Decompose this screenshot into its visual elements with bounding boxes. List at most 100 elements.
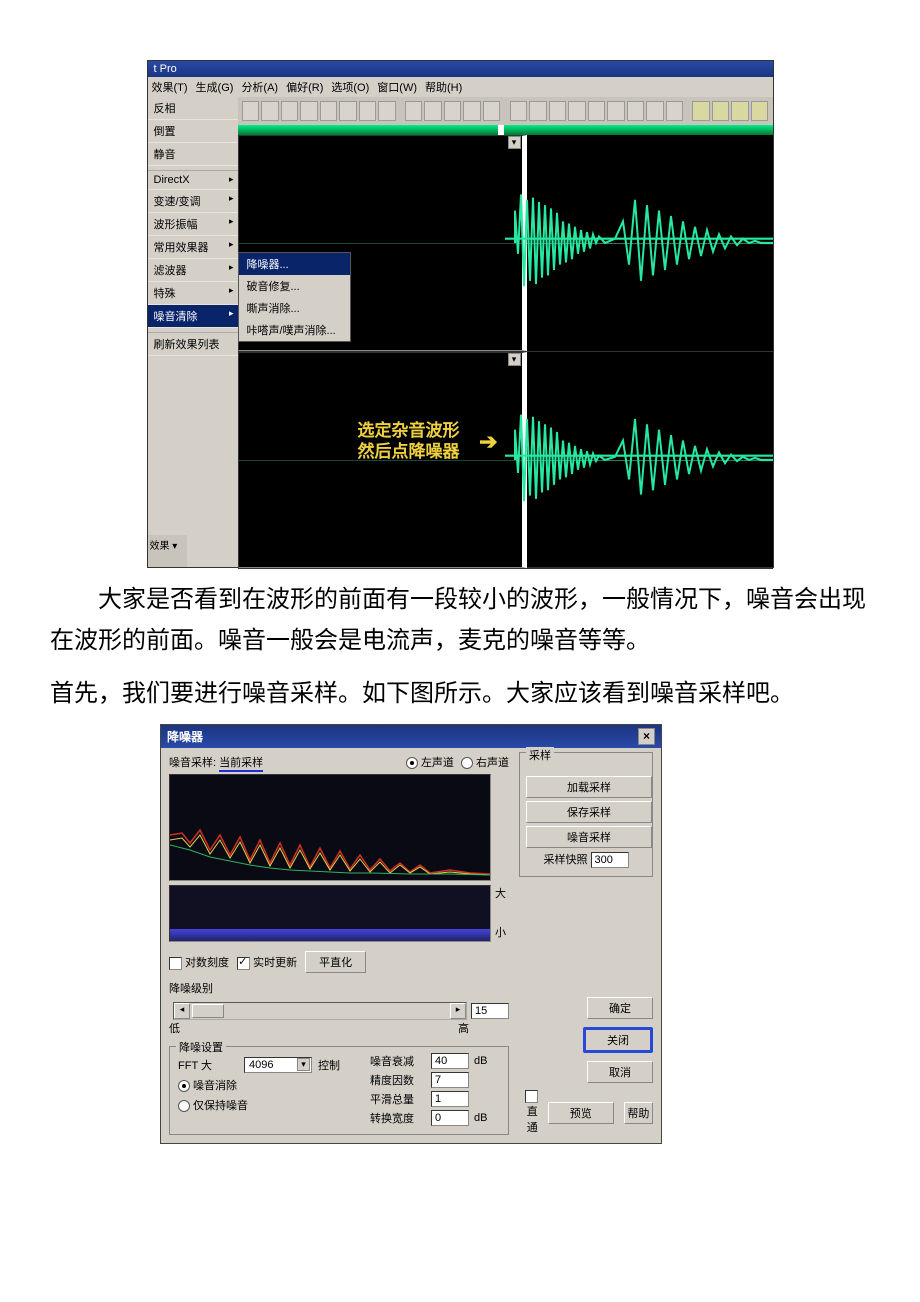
flatten-button[interactable]: 平直化	[305, 951, 366, 973]
nr-level-input[interactable]: 15	[471, 1003, 509, 1019]
mi-amplitude[interactable]: 波形振幅	[148, 213, 238, 236]
noise-reduction-dialog: 降噪器 × 噪音采样: 当前采样 左声道 右声道	[160, 724, 662, 1144]
toolbar-button[interactable]	[627, 101, 645, 121]
smi-denoiser[interactable]: 降噪器...	[239, 253, 350, 275]
toolbar-button[interactable]	[405, 101, 423, 121]
kv-width-input[interactable]: 0	[431, 1110, 469, 1126]
scale-small-label: 小	[495, 924, 506, 940]
window-title: t Pro	[148, 61, 773, 77]
nr-level-slider[interactable]: ◂ ▸	[173, 1002, 467, 1020]
mi-noise-removal[interactable]: 噪音清除	[148, 305, 238, 328]
toolbar-button[interactable]	[549, 101, 567, 121]
toolbar-button[interactable]	[444, 101, 462, 121]
toolbar-button[interactable]	[261, 101, 279, 121]
load-sample-button[interactable]: 加载采样	[526, 776, 652, 798]
kv-smooth-input[interactable]: 1	[431, 1091, 469, 1107]
toolbar-button[interactable]	[359, 101, 377, 121]
toolbar-button[interactable]	[568, 101, 586, 121]
close-icon[interactable]: ×	[638, 728, 655, 745]
toolbar-button[interactable]	[483, 101, 501, 121]
ok-button[interactable]: 确定	[587, 997, 653, 1019]
checkbox-live-update[interactable]: 实时更新	[237, 954, 297, 970]
mi-special[interactable]: 特殊	[148, 282, 238, 305]
smi-clickpop[interactable]: 咔嗒声/噗声消除...	[239, 319, 350, 341]
kv-atten-label: 噪音衰减	[370, 1053, 426, 1069]
mi-refresh[interactable]: 刷新效果列表	[148, 333, 238, 356]
slider-left-icon[interactable]: ◂	[174, 1003, 190, 1019]
slider-thumb[interactable]	[192, 1004, 224, 1018]
noise-sample-button[interactable]: 噪音采样	[526, 826, 652, 848]
radio-remove-noise[interactable]: 噪音消除	[178, 1077, 340, 1093]
annotation-arrow-icon: ➔	[479, 428, 497, 456]
snapshot-input[interactable]: 300	[591, 852, 629, 868]
mi-invert[interactable]: 反相	[148, 97, 238, 120]
toolbar-button[interactable]	[607, 101, 625, 121]
checkbox-log-scale[interactable]: 对数刻度	[169, 954, 229, 970]
mi-mute[interactable]: 静音	[148, 143, 238, 166]
body-paragraph-1: 大家是否看到在波形的前面有一段较小的波形，一般情况下，噪音会出现在波形的前面。噪…	[50, 580, 870, 662]
toolbar-button[interactable]	[529, 101, 547, 121]
mi-directx[interactable]: DirectX	[148, 171, 238, 190]
toolbar-button[interactable]	[751, 101, 769, 121]
waveform-bottom	[505, 352, 773, 568]
noise-removal-submenu[interactable]: 降噪器... 破音修复... 嘶声消除... 咔嗒声/噗声消除...	[238, 252, 351, 342]
effects-dropdown[interactable]: 反相 倒置 静音 DirectX 变速/变调 波形振幅 常用效果器 滤波器 特殊…	[148, 97, 239, 567]
toolbar-button[interactable]	[300, 101, 318, 121]
toolbar-button[interactable]	[588, 101, 606, 121]
toolbar-button[interactable]	[320, 101, 338, 121]
radio-right-channel[interactable]: 右声道	[461, 757, 509, 769]
smi-clip-restore[interactable]: 破音修复...	[239, 275, 350, 297]
menu-prefs[interactable]: 偏好(R)	[286, 79, 323, 95]
toolbar-button[interactable]	[281, 101, 299, 121]
fft-select[interactable]: 4096	[244, 1057, 312, 1073]
preview-button[interactable]: 预览	[548, 1102, 614, 1124]
smi-hiss[interactable]: 嘶声消除...	[239, 297, 350, 319]
kv-smooth-label: 平滑总量	[370, 1091, 426, 1107]
menu-options[interactable]: 选项(O)	[331, 79, 369, 95]
annotation-text: 选定杂音波形 然后点降噪器 ➔	[358, 420, 460, 463]
toolbar-button[interactable]	[666, 101, 684, 121]
audio-editor-screenshot: t Pro 效果(T) 生成(G) 分析(A) 偏好(R) 选项(O) 窗口(W…	[147, 60, 774, 568]
slider-low-label: 低	[169, 1020, 180, 1036]
toolbar-button[interactable]	[378, 101, 396, 121]
slider-high-label: 高	[458, 1020, 469, 1036]
toolbar-button[interactable]	[424, 101, 442, 121]
mi-common[interactable]: 常用效果器	[148, 236, 238, 259]
waveform-area[interactable]: 选定杂音波形 然后点降噪器 ➔	[238, 135, 773, 567]
slider-right-icon[interactable]: ▸	[450, 1003, 466, 1019]
toolbar-button[interactable]	[463, 101, 481, 121]
checkbox-direct[interactable]: 直通	[523, 1090, 538, 1135]
mi-stretch[interactable]: 变速/变调	[148, 190, 238, 213]
toolbar-button[interactable]	[339, 101, 357, 121]
cancel-button[interactable]: 取消	[587, 1061, 653, 1083]
toolbar-button[interactable]	[646, 101, 664, 121]
menu-analyze[interactable]: 分析(A)	[241, 79, 278, 95]
spectrum-display	[169, 774, 491, 881]
radio-left-channel[interactable]: 左声道	[406, 757, 454, 769]
kv-atten-input[interactable]: 40	[431, 1053, 469, 1069]
menubar[interactable]: 效果(T) 生成(G) 分析(A) 偏好(R) 选项(O) 窗口(W) 帮助(H…	[148, 77, 773, 97]
kv-width-label: 转换宽度	[370, 1110, 426, 1126]
help-button[interactable]: 帮助	[624, 1102, 653, 1124]
fft-label: FFT 大	[178, 1057, 238, 1073]
save-sample-button[interactable]: 保存采样	[526, 801, 652, 823]
menu-help[interactable]: 帮助(H)	[425, 79, 462, 95]
radio-keep-noise[interactable]: 仅保持噪音	[178, 1097, 340, 1113]
toolbar-button[interactable]	[692, 101, 710, 121]
level-display	[169, 885, 491, 942]
kv-precision-input[interactable]: 7	[431, 1072, 469, 1088]
menu-generate[interactable]: 生成(G)	[196, 79, 234, 95]
toolbar-button[interactable]	[510, 101, 528, 121]
toolbar-button[interactable]	[731, 101, 749, 121]
toolbar-button[interactable]	[712, 101, 730, 121]
close-button[interactable]: 关闭	[583, 1027, 653, 1053]
settings-group-label: 降噪设置	[176, 1039, 226, 1055]
control-label: 控制	[318, 1057, 340, 1073]
menu-window[interactable]: 窗口(W)	[377, 79, 417, 95]
bottom-panel-label: 效果 ▾	[148, 535, 187, 567]
toolbar-button[interactable]	[242, 101, 260, 121]
menu-effects[interactable]: 效果(T)	[152, 79, 188, 95]
current-sample-link[interactable]: 当前采样	[219, 757, 263, 772]
mi-reverse[interactable]: 倒置	[148, 120, 238, 143]
mi-filter[interactable]: 滤波器	[148, 259, 238, 282]
